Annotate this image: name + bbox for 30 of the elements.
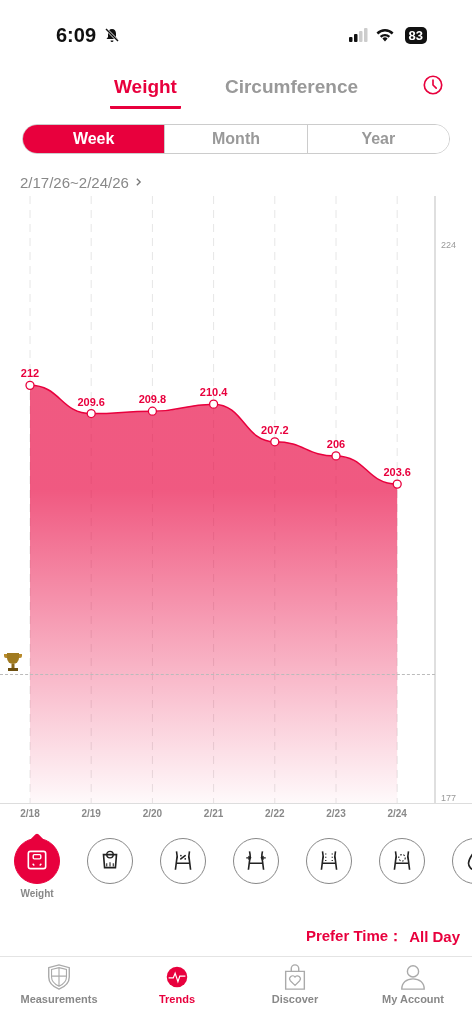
- date-range-link[interactable]: 2/17/26~2/24/26: [20, 172, 142, 192]
- value-label: 209.6: [77, 395, 105, 408]
- x-axis-label: 2/24: [386, 808, 408, 819]
- x-axis-label: 2/20: [141, 808, 164, 819]
- y-axis-label: 224: [441, 240, 457, 251]
- nav-tab[interactable]: Discover: [236, 961, 354, 1007]
- battery-indicator: 83: [404, 26, 427, 44]
- x-axis-label: 2/18: [19, 808, 41, 819]
- nav-tab[interactable]: Trends: [118, 961, 236, 1007]
- nav-tab[interactable]: Measurements: [0, 961, 118, 1007]
- period-tab[interactable]: Week: [23, 125, 165, 153]
- prefer-time-label: Prefer Time：: [305, 926, 404, 946]
- metric-label: Weight: [20, 888, 54, 899]
- x-axis-label: 2/23: [325, 808, 347, 819]
- value-label: 203.6: [383, 466, 411, 479]
- tab[interactable]: Weight: [109, 70, 181, 109]
- value-label: 209.8: [138, 393, 167, 406]
- value-label: 212: [20, 367, 40, 380]
- value-label: 207.2: [261, 423, 289, 436]
- prefer-time-value[interactable]: All Day: [403, 927, 460, 945]
- value-label: 210.4: [199, 386, 228, 399]
- status-time: 6:09: [56, 23, 97, 47]
- x-axis-label: 2/19: [80, 808, 102, 819]
- tab[interactable]: Circumference: [220, 70, 362, 109]
- period-tab[interactable]: Year: [306, 125, 449, 153]
- x-axis-label: 2/21: [202, 808, 225, 819]
- y-axis-label: 177: [441, 792, 457, 803]
- nav-tab[interactable]: My Account: [354, 961, 472, 1007]
- value-label: 206: [326, 437, 346, 450]
- x-axis-label: 2/22: [264, 808, 286, 819]
